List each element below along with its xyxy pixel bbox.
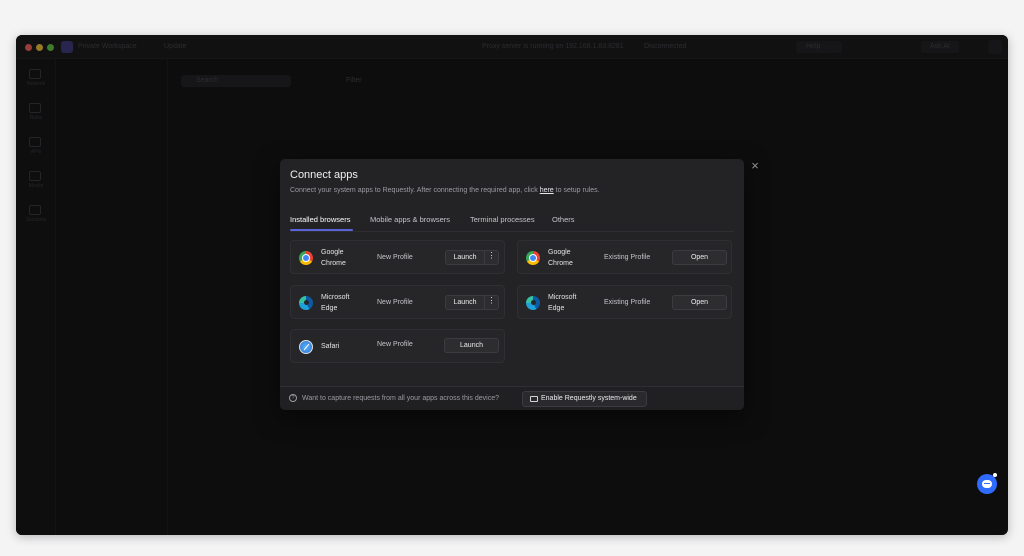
safari-icon	[299, 340, 313, 354]
launch-safari-button[interactable]: Launch	[444, 338, 499, 353]
edge-icon	[299, 296, 313, 310]
chat-bubble-icon	[982, 480, 992, 488]
browser-card-safari-new: Safari New Profile Launch	[290, 329, 505, 363]
tab-others[interactable]: Others	[552, 215, 575, 224]
launch-chrome-button[interactable]: Launch	[446, 251, 484, 264]
connect-apps-modal: Connect apps Connect your system apps to…	[280, 159, 744, 410]
setup-rules-link[interactable]: here	[540, 187, 554, 194]
description-text: Connect your system apps to Requestly. A…	[290, 187, 538, 194]
profile-type: New Profile	[377, 341, 413, 348]
profile-type: Existing Profile	[604, 299, 651, 306]
modal-footer: ? Want to capture requests from all your…	[280, 386, 744, 410]
tab-mobile-apps[interactable]: Mobile apps & browsers	[370, 215, 450, 224]
profile-type: Existing Profile	[604, 254, 651, 261]
launch-button-group: Launch ⋮	[445, 250, 499, 265]
tab-terminal-processes[interactable]: Terminal processes	[470, 215, 535, 224]
tabs-divider	[290, 231, 734, 232]
chrome-icon	[526, 251, 540, 265]
edge-icon	[526, 296, 540, 310]
browser-name: Microsoft	[321, 294, 350, 301]
chrome-icon	[299, 251, 313, 265]
browser-name: Microsoft	[548, 294, 577, 301]
open-edge-button[interactable]: Open	[672, 295, 727, 310]
modal-description: Connect your system apps to Requestly. A…	[290, 187, 600, 194]
monitor-icon	[530, 396, 538, 402]
footer-text: Want to capture requests from all your a…	[302, 395, 499, 402]
open-chrome-button[interactable]: Open	[672, 250, 727, 265]
launch-button-group: Launch ⋮	[445, 295, 499, 310]
browser-name-line2: Edge	[321, 305, 338, 312]
browser-name-line2: Edge	[548, 305, 565, 312]
more-options-icon[interactable]: ⋮	[484, 250, 498, 265]
enable-system-wide-label: Enable Requestly system-wide	[541, 395, 637, 402]
more-options-icon[interactable]: ⋮	[484, 295, 498, 310]
enable-system-wide-button[interactable]: Enable Requestly system-wide	[522, 391, 647, 407]
modal-title: Connect apps	[290, 169, 358, 181]
notification-dot	[993, 473, 997, 477]
browser-name-line2: Chrome	[321, 260, 346, 267]
browser-card-chrome-existing: Google Chrome Existing Profile Open	[517, 240, 732, 274]
browser-card-edge-new: Microsoft Edge New Profile Launch ⋮	[290, 285, 505, 319]
browser-name: Google	[548, 249, 571, 256]
browser-card-edge-existing: Microsoft Edge Existing Profile Open	[517, 285, 732, 319]
modal-close-icon[interactable]: ×	[748, 159, 762, 173]
chat-support-button[interactable]	[977, 473, 997, 494]
browser-card-chrome-new: Google Chrome New Profile Launch ⋮	[290, 240, 505, 274]
launch-edge-button[interactable]: Launch	[446, 296, 484, 309]
tab-installed-browsers[interactable]: Installed browsers	[290, 215, 350, 224]
browser-name-line2: Chrome	[548, 260, 573, 267]
profile-type: New Profile	[377, 299, 413, 306]
browser-name: Google	[321, 249, 344, 256]
help-circle-icon: ?	[289, 394, 297, 402]
browser-name: Safari	[321, 343, 340, 350]
description-text-end: to setup rules.	[555, 187, 600, 194]
profile-type: New Profile	[377, 254, 413, 261]
